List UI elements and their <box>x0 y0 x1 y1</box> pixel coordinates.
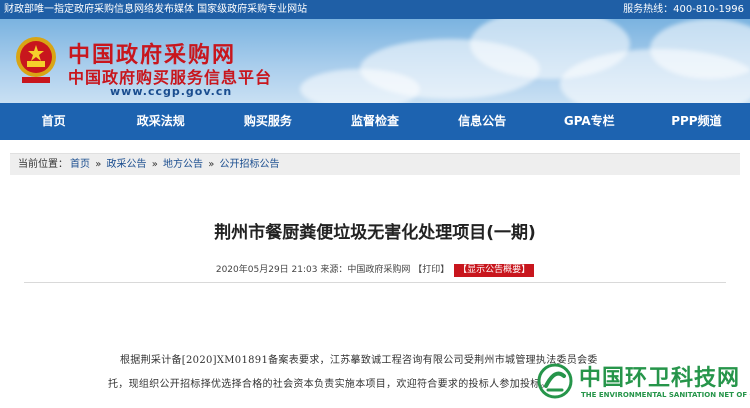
site-banner: 中国政府采购网 中国政府购买服务信息平台 www.ccgp.gov.cn <box>0 19 750 103</box>
nav-item-purchase-services[interactable]: 购买服务 <box>214 103 321 140</box>
breadcrumb-separator: » <box>95 159 102 170</box>
article-date: 2020年05月29日 21:03 <box>215 265 318 275</box>
nav-item-gpa[interactable]: GPA专栏 <box>536 103 643 140</box>
top-info-bar: 财政部唯一指定政府采购信息网络发布媒体 国家级政府采购专业网站 服务热线：400… <box>0 0 750 19</box>
breadcrumb-local-announcements[interactable]: 地方公告 <box>163 159 203 170</box>
site-slogan: 财政部唯一指定政府采购信息网络发布媒体 国家级政府采购专业网站 <box>4 4 308 15</box>
sanitation-logo-icon <box>537 363 573 399</box>
show-summary-button[interactable]: 【显示公告概要】 <box>454 264 535 277</box>
service-hotline: 服务热线：400-810-1996 <box>623 4 744 15</box>
nav-item-announcements[interactable]: 信息公告 <box>429 103 536 140</box>
breadcrumb: 当前位置： 首页 » 政采公告 » 地方公告 » 公开招标公告 <box>10 153 740 175</box>
article-source: 来源：中国政府采购网 <box>320 265 411 275</box>
breadcrumb-separator: » <box>151 159 158 170</box>
print-link[interactable]: 【打印】 <box>413 265 449 275</box>
nav-item-regulations[interactable]: 政采法规 <box>107 103 214 140</box>
watermark-subtitle: THE ENVIRONMENTAL SANITATION NET OF CHIN… <box>581 391 750 399</box>
site-url: www.ccgp.gov.cn <box>110 85 233 98</box>
main-nav: 首页 政采法规 购买服务 监督检查 信息公告 GPA专栏 PPP频道 <box>0 103 750 140</box>
nav-item-home[interactable]: 首页 <box>0 103 107 140</box>
breadcrumb-public-tender[interactable]: 公开招标公告 <box>220 159 280 170</box>
watermark: 中国环卫科技网 THE ENVIRONMENTAL SANITATION NET… <box>535 358 750 408</box>
watermark-title: 中国环卫科技网 <box>579 366 741 391</box>
article-title: 荆州市餐厨粪便垃圾无害化处理项目(一期) <box>214 223 536 243</box>
nav-item-supervision[interactable]: 监督检查 <box>321 103 428 140</box>
breadcrumb-gov-announcements[interactable]: 政采公告 <box>107 159 147 170</box>
national-emblem-icon[interactable] <box>14 33 58 85</box>
article-meta: 2020年05月29日 21:03 来源：中国政府采购网 【打印】 【显示公告概… <box>0 262 750 277</box>
nav-item-ppp[interactable]: PPP频道 <box>643 103 750 140</box>
breadcrumb-home[interactable]: 首页 <box>70 159 90 170</box>
content-divider <box>24 282 726 283</box>
breadcrumb-label: 当前位置： <box>18 159 68 170</box>
breadcrumb-separator: » <box>208 159 215 170</box>
